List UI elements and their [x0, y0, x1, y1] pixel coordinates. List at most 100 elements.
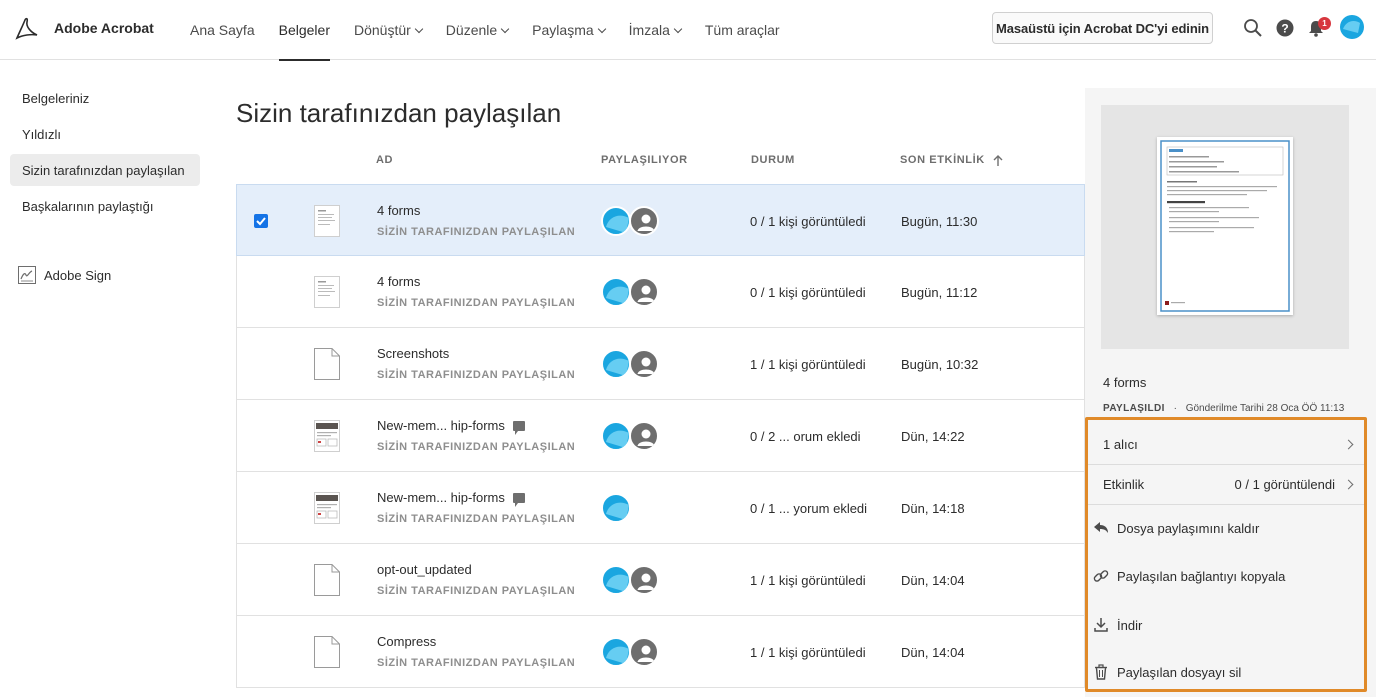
file-subtitle: SİZİN TARAFINIZDAN PAYLAŞILAN [377, 585, 576, 597]
file-name[interactable]: New-mem... hip-forms [377, 418, 525, 435]
file-name-text: New-mem... hip-forms [377, 418, 505, 433]
row-status: 0 / 1 ... yorum ekledi [750, 501, 868, 516]
sidebar-item-label: Başkalarının paylaştığı [22, 198, 154, 214]
adobe-sign-icon [18, 266, 36, 284]
table-row[interactable]: Screenshots SİZİN TARAFINIZDAN PAYLAŞILAN… [236, 328, 1085, 400]
file-name[interactable]: Screenshots [377, 346, 449, 361]
file-name[interactable]: 4 forms [377, 203, 420, 218]
sidebar-item-label: Sizin tarafınızdan paylaşılan [22, 162, 185, 178]
nav-home[interactable]: Ana Sayfa [190, 0, 255, 60]
file-name-text: 4 forms [377, 274, 421, 289]
main-nav: Ana Sayfa Belgeler Dönüştür Düzenle Payl… [190, 0, 804, 61]
chevron-down-icon [414, 24, 424, 33]
file-name[interactable]: opt-out_updated [377, 562, 472, 577]
nav-documents[interactable]: Belgeler [278, 0, 331, 61]
column-header-label: SON ETKİNLİK [900, 154, 985, 166]
table-row[interactable]: New-mem... hip-forms SİZİN TARAFINIZDAN P… [236, 472, 1085, 544]
file-thumbnail-icon [314, 564, 340, 596]
nav-sign[interactable]: İmzala [628, 0, 683, 60]
panel-file-meta: PAYLAŞILDI · Gönderilme Tarihi 28 Oca ÖÖ… [1103, 403, 1344, 414]
recipient-avatar [629, 349, 659, 379]
owner-avatar [601, 206, 631, 236]
file-name-text: Screenshots [377, 346, 450, 361]
owner-avatar [601, 637, 631, 667]
file-table: 4 forms SİZİN TARAFINIZDAN PAYLAŞILAN 0 / … [236, 184, 1085, 688]
sidebar-item-label: Yıldızlı [22, 126, 62, 142]
row-last-activity: Bugün, 11:30 [901, 214, 978, 229]
sent-date: Gönderilme Tarihi 28 Oca ÖÖ 11:13 [1185, 403, 1345, 414]
preview-page-image [1157, 137, 1293, 315]
sidebar-item-starred[interactable]: Yıldızlı [10, 118, 200, 150]
recipient-avatar [629, 206, 659, 236]
row-last-activity: Dün, 14:04 [901, 645, 965, 660]
panel-file-name: 4 forms [1103, 375, 1147, 390]
owner-avatar [601, 349, 631, 379]
file-name-text: 4 forms [377, 203, 421, 218]
row-status: 1 / 1 kişi görüntüledi [750, 573, 866, 588]
page-title: Sizin tarafınızdan paylaşılan [236, 98, 562, 128]
sidebar-item-shared-by-others[interactable]: Başkalarının paylaştığı [10, 190, 200, 222]
sidebar-item-adobe-sign[interactable]: Adobe Sign [18, 266, 111, 284]
owner-avatar [601, 421, 631, 451]
help-icon[interactable]: ? [1275, 18, 1295, 38]
recipient-avatar [629, 565, 659, 595]
file-thumbnail-icon [314, 420, 340, 452]
table-row[interactable]: 4 forms SİZİN TARAFINIZDAN PAYLAŞILAN 0 / … [236, 256, 1085, 328]
shared-label: PAYLAŞILDI [1103, 403, 1165, 414]
checkmark-icon [256, 217, 266, 226]
brand-name[interactable]: Adobe Acrobat [54, 20, 154, 36]
table-row[interactable]: 4 forms SİZİN TARAFINIZDAN PAYLAŞILAN 0 / … [236, 184, 1085, 256]
row-checkbox[interactable] [254, 214, 268, 228]
get-desktop-app-button[interactable]: Masaüstü için Acrobat DC'yi edinin [992, 12, 1213, 44]
nav-convert[interactable]: Dönüştür [353, 0, 424, 60]
top-bar: Adobe Acrobat Ana Sayfa Belgeler Dönüştü… [0, 0, 1376, 61]
recipient-avatar [629, 277, 659, 307]
sidebar-item-label: Adobe Sign [44, 267, 112, 283]
table-row[interactable]: New-mem... hip-forms SİZİN TARAFINIZDAN P… [236, 400, 1085, 472]
nav-all-tools[interactable]: Tüm araçlar [705, 0, 780, 60]
file-preview[interactable] [1101, 105, 1349, 349]
file-subtitle: SİZİN TARAFINIZDAN PAYLAŞILAN [377, 369, 576, 381]
nav-label: Tüm araçlar [704, 22, 780, 38]
nav-label: İmzala [628, 22, 670, 38]
file-subtitle: SİZİN TARAFINIZDAN PAYLAŞILAN [377, 513, 576, 525]
nav-label: Paylaşma [532, 22, 594, 38]
row-status: 0 / 2 ... orum ekledi [750, 429, 861, 444]
file-name[interactable]: New-mem... hip-forms [377, 490, 525, 507]
chevron-down-icon [673, 24, 683, 33]
column-header-sharing[interactable]: PAYLAŞILIYOR [601, 154, 688, 166]
nav-label: Belgeler [278, 22, 330, 38]
column-header-status[interactable]: DURUM [751, 154, 795, 166]
row-status: 0 / 1 kişi görüntüledi [750, 285, 866, 300]
person-icon [631, 214, 657, 234]
person-icon [631, 429, 657, 449]
person-icon [631, 285, 657, 305]
column-header-name[interactable]: AD [376, 154, 393, 166]
table-row[interactable]: Compress SİZİN TARAFINIZDAN PAYLAŞILAN 1 /… [236, 616, 1085, 688]
meta-separator: · [1173, 403, 1177, 414]
nav-label: Düzenle [445, 22, 498, 38]
sidebar-item-your-documents[interactable]: Belgeleriniz [10, 82, 200, 114]
file-name[interactable]: 4 forms [377, 274, 420, 289]
sidebar-item-label: Belgeleriniz [22, 90, 90, 106]
user-avatar[interactable] [1340, 15, 1364, 39]
row-status: 1 / 1 kişi görüntüledi [750, 357, 866, 372]
owner-avatar [601, 565, 631, 595]
sidebar-item-shared-by-you[interactable]: Sizin tarafınızdan paylaşılan [10, 154, 200, 186]
table-row[interactable]: opt-out_updated SİZİN TARAFINIZDAN PAYLAŞ… [236, 544, 1085, 616]
sort-ascending-icon [993, 154, 1003, 166]
search-icon[interactable] [1243, 18, 1263, 38]
svg-text:?: ? [1281, 22, 1288, 36]
file-subtitle: SİZİN TARAFINIZDAN PAYLAŞILAN [377, 441, 576, 453]
column-header-activity[interactable]: SON ETKİNLİK [900, 154, 1003, 166]
acrobat-logo-icon[interactable] [14, 17, 40, 41]
row-last-activity: Dün, 14:04 [901, 573, 965, 588]
file-name-text: Compress [377, 634, 437, 649]
file-name[interactable]: Compress [377, 634, 436, 649]
chevron-down-icon [500, 24, 510, 33]
nav-label: Dönüştür [353, 22, 411, 38]
comment-icon [512, 420, 525, 435]
row-status: 0 / 1 kişi görüntüledi [750, 214, 866, 229]
nav-edit[interactable]: Düzenle [445, 0, 510, 60]
nav-share[interactable]: Paylaşma [532, 0, 606, 60]
